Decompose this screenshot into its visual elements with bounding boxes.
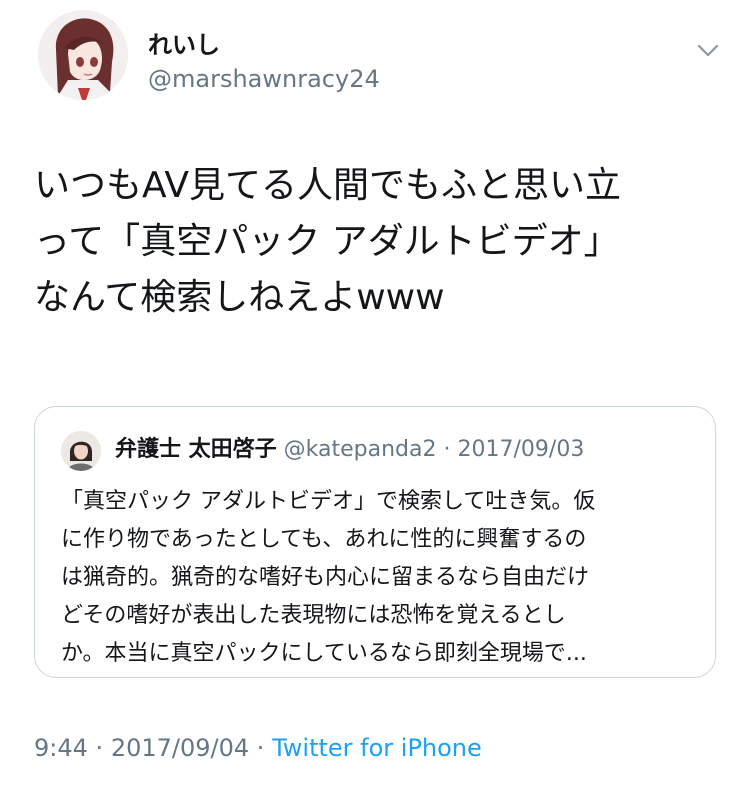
author-handle[interactable]: @marshawnracy24 xyxy=(148,64,380,94)
footer-separator: · xyxy=(95,734,104,762)
tweet-text-line: って「真空パック アダルトビデオ」 xyxy=(34,221,620,262)
tweet-header: れいし @marshawnracy24 xyxy=(0,0,748,120)
quoted-text-line: は猟奇的。猟奇的な嗜好も内心に留まるなら自由だけ xyxy=(61,565,590,590)
quoted-tweet-header: 弁護士 太田啓子 @katepanda2 · 2017/09/03 xyxy=(115,433,584,467)
quoted-meta-separator: · xyxy=(443,437,451,462)
anime-girl-avatar-icon xyxy=(38,10,128,100)
chevron-down-icon[interactable] xyxy=(694,36,722,64)
portrait-avatar-icon xyxy=(61,431,101,471)
quoted-author-handle[interactable]: @katepanda2 xyxy=(284,437,437,462)
tweet-footer: 9:44 · 2017/09/04 · Twitter for iPhone xyxy=(34,732,482,764)
quoted-tweet-card[interactable]: 弁護士 太田啓子 @katepanda2 · 2017/09/03 「真空パック… xyxy=(34,406,716,678)
quoted-text-line: に作り物であったとしても、あれに性的に興奮するの xyxy=(61,527,587,552)
quoted-text-line: どその嗜好が表出した表現物には恐怖を覚えるとし xyxy=(61,603,566,628)
tweet-body: いつもAV見てる人間でもふと思い立 って「真空パック アダルトビデオ」 なんて検… xyxy=(34,158,724,326)
quoted-tweet-date: 2017/09/03 xyxy=(457,437,585,462)
author-display-name[interactable]: れいし xyxy=(148,30,220,60)
author-avatar[interactable] xyxy=(38,10,128,100)
tweet-text-line: なんて検索しねえよwww xyxy=(34,277,445,318)
quoted-text-line: 「真空パック アダルトビデオ」で検索して吐き気。仮 xyxy=(61,489,596,514)
quoted-tweet-text: 「真空パック アダルトビデオ」で検索して吐き気。仮 に作り物であったとしても、あ… xyxy=(61,483,701,673)
quoted-text-line: か。本当に真空パックにしているなら即刻全現場で... xyxy=(61,641,587,666)
tweet-time: 9:44 xyxy=(34,734,88,762)
quoted-author-avatar xyxy=(61,431,101,471)
quoted-author-name[interactable]: 弁護士 太田啓子 xyxy=(115,437,277,462)
tweet-source-link[interactable]: Twitter for iPhone xyxy=(272,734,482,762)
tweet-text-line: いつもAV見てる人間でもふと思い立 xyxy=(34,165,621,206)
tweet-date: 2017/09/04 xyxy=(110,734,250,762)
footer-separator: · xyxy=(256,734,265,762)
